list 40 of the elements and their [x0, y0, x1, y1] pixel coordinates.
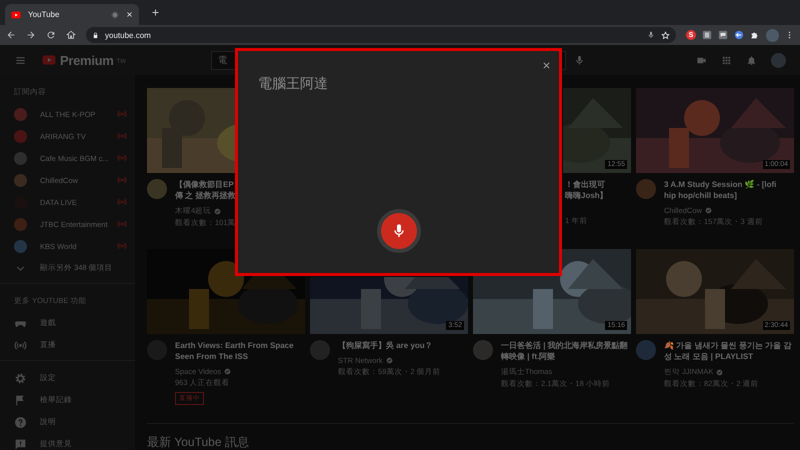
browser-tab[interactable]: YouTube [5, 4, 139, 25]
arrow-icon[interactable] [734, 30, 744, 40]
bell-icon[interactable] [746, 54, 757, 66]
video-title[interactable]: ！會出現可嗨嗨Josh】 [565, 179, 611, 201]
forward-icon[interactable] [26, 30, 36, 40]
channel-avatar [14, 130, 27, 142]
close-icon[interactable] [542, 61, 551, 70]
apps-grid-icon[interactable] [721, 54, 732, 66]
video-title[interactable]: 【偶像救節目EP 傳 之 拯救再拯救 [175, 179, 236, 201]
section-heading: 最新 YouTube 訊息 [147, 434, 249, 450]
address-bar[interactable]: youtube.com [86, 27, 676, 43]
microphone-button[interactable] [376, 209, 420, 253]
puzzle-icon[interactable] [750, 30, 760, 40]
lock-icon [92, 32, 99, 38]
play-logo-icon[interactable] [11, 10, 21, 20]
microphone-icon[interactable] [647, 31, 655, 39]
plus-icon[interactable] [151, 8, 160, 17]
channel-avatar [14, 174, 27, 186]
dot-icon [111, 10, 119, 18]
star-icon[interactable] [661, 30, 670, 40]
chat-icon[interactable] [718, 30, 728, 40]
clipboard-icon[interactable] [702, 30, 712, 40]
help-icon [14, 416, 27, 428]
channel-avatar [14, 152, 27, 164]
channel-avatar [14, 218, 27, 230]
live-icon [14, 338, 27, 352]
reload-icon[interactable] [46, 30, 56, 40]
video-title[interactable]: 🍂 가을 냄새가 물씬 풍기는 가을 감 성 노래 모음 | PLAYLIST [664, 340, 792, 362]
channel-avatar [14, 240, 27, 252]
video-title[interactable]: 【狗屎寫手】吳 are you？ [338, 340, 441, 351]
back-icon[interactable] [6, 30, 16, 40]
video-title[interactable]: 一日爸爸活 | 我的北海岸私房景點翻轉映像 | ft.阿樂 [501, 340, 631, 362]
menu-icon[interactable] [14, 54, 27, 66]
video-title[interactable]: 3 A.M Study Session 🌿 - [lofi hip hop/chill beats] [664, 179, 776, 201]
home-icon[interactable] [66, 30, 76, 40]
voice-transcript: 電腦王阿達 [258, 75, 329, 93]
channel-avatar [14, 108, 27, 120]
video-title[interactable]: Earth Views: Earth From Space Seen From The ISS [175, 340, 294, 362]
settings-icon [14, 372, 27, 384]
logo-text: Premium [60, 52, 114, 68]
